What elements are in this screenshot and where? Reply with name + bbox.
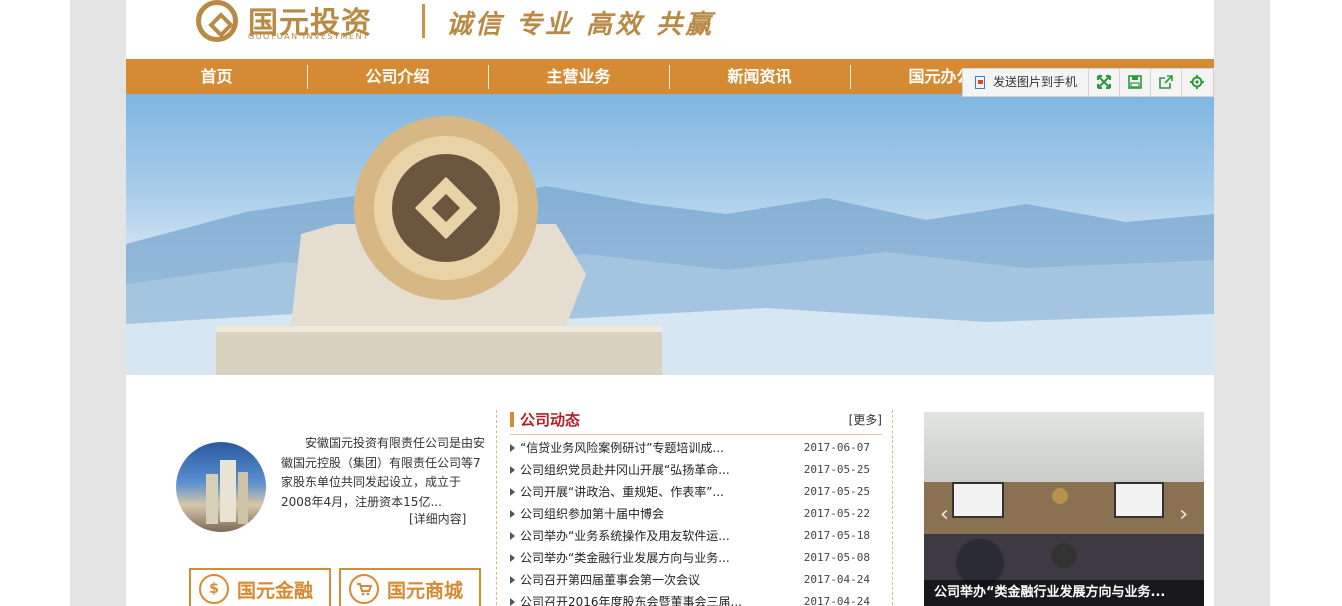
- company-intro-text: 安徽国元投资有限责任公司是由安徽国元控股（集团）有限责任公司等7家股东单位共同发…: [281, 436, 486, 509]
- phone-icon: [975, 76, 985, 89]
- bullet-arrow-icon: [510, 510, 515, 518]
- settings-button[interactable]: [1182, 69, 1213, 96]
- send-to-phone-label: 发送图片到手机: [993, 75, 1078, 89]
- news-date: 2017-06-07: [803, 441, 870, 454]
- bullet-arrow-icon: [510, 444, 515, 452]
- news-date: 2017-04-24: [803, 573, 870, 586]
- gutter-right: [1214, 0, 1270, 606]
- news-date: 2017-05-08: [803, 551, 870, 564]
- share-icon: [1159, 75, 1173, 89]
- nav-item-about[interactable]: 公司介绍: [307, 59, 488, 94]
- news-header: 公司动态 [更多]: [510, 408, 882, 435]
- carousel-prev-icon[interactable]: ‹: [940, 502, 949, 527]
- news-date: 2017-04-24: [803, 595, 870, 606]
- settings-icon: [1190, 75, 1204, 89]
- news-title[interactable]: 公司召开第四届董事会第一次会议: [520, 569, 700, 591]
- bullet-arrow-icon: [510, 576, 515, 584]
- news-title[interactable]: “信贷业务风险案例研讨”专题培训成...: [520, 437, 724, 459]
- nav-item-home[interactable]: 首页: [126, 59, 307, 94]
- news-list: “信贷业务风险案例研讨”专题培训成... 2017-06-07 公司组织党员赴井冈…: [510, 437, 882, 606]
- card-guoyuan-finance[interactable]: $ 国元金融: [189, 568, 331, 606]
- card-label: 国元金融: [237, 580, 314, 602]
- finance-icon: $: [199, 574, 229, 604]
- send-to-phone-button[interactable]: 发送图片到手机: [963, 69, 1089, 96]
- intro-more-link[interactable]: [详细内容]: [409, 510, 466, 527]
- news-date: 2017-05-25: [803, 463, 870, 476]
- save-icon: [1128, 75, 1142, 89]
- image-toolbar: 发送图片到手机: [962, 68, 1214, 97]
- share-button[interactable]: [1151, 69, 1182, 96]
- carousel-next-icon[interactable]: ›: [1179, 502, 1188, 527]
- projection-screen: [952, 482, 1004, 518]
- news-title[interactable]: 公司召开2016年度股东会暨董事会三届...: [520, 591, 742, 606]
- nav-item-news[interactable]: 新闻资讯: [669, 59, 850, 94]
- news-item[interactable]: 公司组织参加第十届中博会 2017-05-22: [510, 503, 882, 525]
- news-item[interactable]: 公司召开2016年度股东会暨董事会三届... 2017-04-24: [510, 591, 882, 606]
- news-date: 2017-05-22: [803, 507, 870, 520]
- news-title[interactable]: 公司组织党员赴井冈山开展“弘扬革命...: [520, 459, 730, 481]
- column-divider: [496, 410, 497, 606]
- card-guoyuan-mall[interactable]: 国元商城: [339, 568, 481, 606]
- news-photo-carousel[interactable]: ‹ › 公司举办“类金融行业发展方向与业务...: [924, 412, 1204, 606]
- news-item[interactable]: 公司开展“讲政治、重规矩、作表率”... 2017-05-25: [510, 481, 882, 503]
- hero-banner: [126, 94, 1214, 375]
- bullet-arrow-icon: [510, 598, 515, 606]
- banner-artwork: [126, 116, 1214, 375]
- bullet-arrow-icon: [510, 532, 515, 540]
- logo-coin-icon: [196, 0, 238, 42]
- cart-icon: [349, 574, 379, 604]
- bullet-arrow-icon: [510, 466, 515, 474]
- intro-building-photo: [176, 442, 266, 532]
- nav-item-business[interactable]: 主营业务: [488, 59, 669, 94]
- news-more-link[interactable]: [更多]: [849, 411, 882, 428]
- news-title[interactable]: 公司举办“业务系统操作及用友软件运...: [520, 525, 730, 547]
- column-divider: [892, 410, 893, 606]
- expand-button[interactable]: [1089, 69, 1120, 96]
- news-title[interactable]: 公司举办“类金融行业发展方向与业务...: [520, 547, 730, 569]
- save-button[interactable]: [1120, 69, 1151, 96]
- page-background-left: [0, 0, 70, 606]
- site-logo[interactable]: 国元投资 GUOYUAN INVESTMENT: [196, 0, 396, 46]
- projection-screen: [1114, 482, 1164, 518]
- news-item[interactable]: 公司组织党员赴井冈山开展“弘扬革命... 2017-05-25: [510, 459, 882, 481]
- expand-icon: [1097, 75, 1111, 89]
- header-divider: [422, 4, 425, 38]
- card-label: 国元商城: [387, 580, 464, 602]
- news-title[interactable]: 公司组织参加第十届中博会: [520, 503, 664, 525]
- news-section-title: 公司动态: [520, 411, 581, 429]
- news-item[interactable]: 公司召开第四届董事会第一次会议 2017-04-24: [510, 569, 882, 591]
- carousel-caption[interactable]: 公司举办“类金融行业发展方向与业务...: [924, 580, 1204, 606]
- gutter-left: [70, 0, 126, 606]
- logo-english-name: GUOYUAN INVESTMENT: [248, 32, 370, 41]
- emblem: [1052, 488, 1068, 504]
- news-item[interactable]: 公司举办“业务系统操作及用友软件运... 2017-05-18: [510, 525, 882, 547]
- news-date: 2017-05-25: [803, 485, 870, 498]
- slogan: 诚信 专业 高效 共赢: [446, 10, 715, 40]
- bullet-arrow-icon: [510, 554, 515, 562]
- news-item[interactable]: “信贷业务风险案例研讨”专题培训成... 2017-06-07: [510, 437, 882, 459]
- news-date: 2017-05-18: [803, 529, 870, 542]
- section-marker: [510, 412, 514, 427]
- news-item[interactable]: 公司举办“类金融行业发展方向与业务... 2017-05-08: [510, 547, 882, 569]
- news-title[interactable]: 公司开展“讲政治、重规矩、作表率”...: [520, 481, 724, 503]
- bullet-arrow-icon: [510, 488, 515, 496]
